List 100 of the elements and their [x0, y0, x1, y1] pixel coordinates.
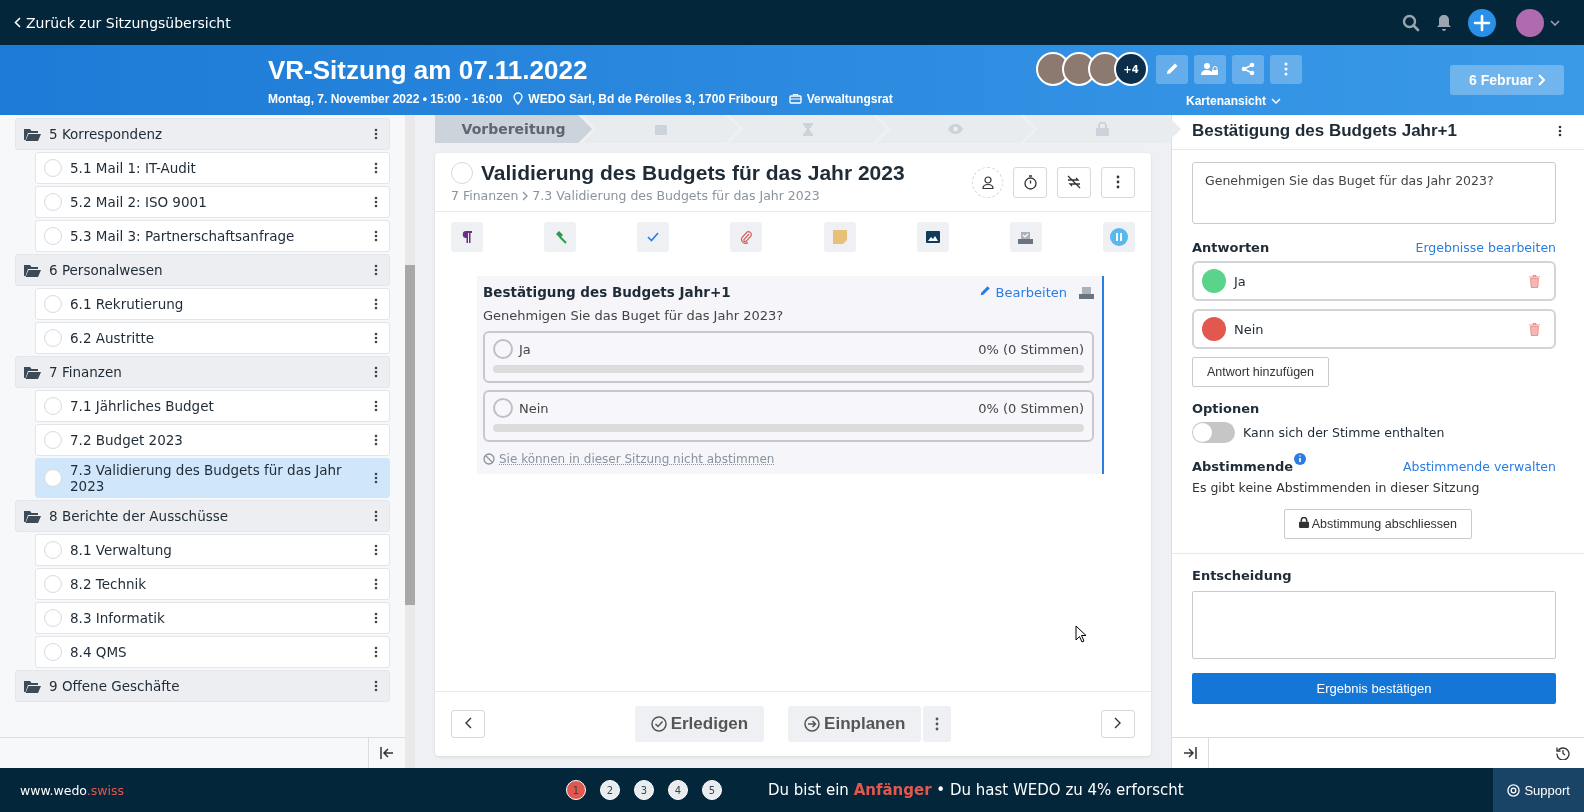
- pilcrow-icon: [462, 231, 472, 243]
- permissions-button[interactable]: [1194, 54, 1226, 84]
- previous-button[interactable]: [451, 710, 485, 738]
- kebab-icon[interactable]: [374, 128, 378, 140]
- agenda-item[interactable]: 5.1 Mail 1: IT-Audit: [35, 152, 390, 184]
- share-icon: [1241, 62, 1255, 76]
- level-badge[interactable]: 4: [668, 780, 688, 800]
- back-link[interactable]: Zurück zur Sitzungsübersicht: [14, 14, 231, 31]
- user-avatar[interactable]: [1516, 8, 1544, 37]
- eye-icon: [947, 124, 963, 134]
- vote-tool[interactable]: [1009, 222, 1042, 252]
- scrollbar-thumb[interactable]: [405, 265, 415, 605]
- decision-tool[interactable]: [544, 222, 577, 252]
- kebab-icon[interactable]: [374, 680, 378, 692]
- kebab-icon[interactable]: [374, 162, 378, 174]
- decision-field[interactable]: [1192, 591, 1556, 659]
- level-badge[interactable]: 5: [702, 780, 722, 800]
- radio-button[interactable]: [493, 398, 513, 418]
- folder-item[interactable]: 9 Offene Geschäfte: [15, 670, 390, 702]
- kebab-icon[interactable]: [374, 434, 378, 446]
- ballot-box-icon[interactable]: [1079, 285, 1094, 299]
- plus-icon[interactable]: [1468, 8, 1496, 37]
- status-circle-icon: [44, 469, 62, 487]
- kebab-icon[interactable]: [374, 264, 378, 276]
- kebab-icon[interactable]: [374, 196, 378, 208]
- kebab-icon[interactable]: [374, 578, 378, 590]
- folder-item[interactable]: 8 Berichte der Ausschüsse: [15, 500, 390, 532]
- expand-icon[interactable]: [1183, 747, 1197, 759]
- kebab-icon[interactable]: [374, 646, 378, 658]
- level-badge[interactable]: 3: [634, 780, 654, 800]
- edit-link[interactable]: Bearbeiten: [979, 284, 1067, 300]
- kebab-icon[interactable]: [374, 366, 378, 378]
- no-repeat-button[interactable]: [1057, 166, 1091, 198]
- close-vote-button[interactable]: Abstimmung abschliessen: [1284, 509, 1472, 539]
- chevron-down-icon[interactable]: [1550, 19, 1560, 26]
- attachment-tool[interactable]: [730, 222, 763, 252]
- kebab-icon[interactable]: [374, 400, 378, 412]
- info-icon[interactable]: [1294, 453, 1307, 465]
- add-answer-button[interactable]: Antwort hinzufügen: [1192, 357, 1329, 387]
- kebab-icon[interactable]: [1558, 125, 1562, 137]
- stage-step[interactable]: Vorbereitung: [435, 115, 593, 143]
- schedule-button[interactable]: Einplanen: [788, 706, 922, 742]
- next-button[interactable]: [1101, 710, 1135, 738]
- toggle-switch[interactable]: [1192, 422, 1235, 443]
- folder-item[interactable]: 7 Finanzen: [15, 356, 390, 388]
- agenda-item[interactable]: 5.3 Mail 3: Partnerschaftsanfrage: [35, 220, 390, 252]
- agenda-item[interactable]: 8.1 Verwaltung: [35, 534, 390, 566]
- kebab-icon[interactable]: [374, 332, 378, 344]
- manage-voters-link[interactable]: Abstimmende verwalten: [1402, 459, 1556, 474]
- paragraph-tool[interactable]: [451, 222, 483, 252]
- complete-button[interactable]: Erledigen: [634, 706, 765, 742]
- progress-message: Du bist ein Anfänger • Du hast WEDO zu 4% erforscht: [768, 781, 1184, 799]
- user-lock-icon: [1201, 62, 1219, 76]
- agenda-item[interactable]: 7.2 Budget 2023: [35, 424, 390, 456]
- timer-button[interactable]: [1013, 166, 1047, 198]
- lifebuoy-icon: [1507, 783, 1521, 797]
- poll-option[interactable]: Ja 0% (0 Stimmen): [483, 331, 1094, 383]
- kebab-icon[interactable]: [374, 472, 378, 484]
- agenda-item-label: 5.1 Mail 1: IT-Audit: [70, 160, 197, 176]
- status-circle-icon: [44, 643, 62, 661]
- status-circle-icon: [44, 159, 62, 177]
- kebab-icon[interactable]: [374, 544, 378, 556]
- share-button[interactable]: [1232, 54, 1264, 84]
- kebab-icon[interactable]: [374, 612, 378, 624]
- kebab-icon[interactable]: [374, 230, 378, 242]
- folder-item[interactable]: 6 Personalwesen: [15, 254, 390, 286]
- bell-icon[interactable]: [1436, 13, 1452, 32]
- agenda-item[interactable]: 7.1 Jährliches Budget: [35, 390, 390, 422]
- agenda-item[interactable]: 8.4 QMS: [35, 636, 390, 668]
- search-icon[interactable]: [1402, 13, 1420, 32]
- kebab-icon: [1284, 62, 1288, 76]
- collapse-icon[interactable]: [380, 747, 394, 759]
- agenda-item[interactable]: 6.2 Austritte: [35, 322, 390, 354]
- status-circle-icon: [44, 609, 62, 627]
- edit-results-link[interactable]: Ergebnisse bearbeiten: [1415, 240, 1556, 255]
- agenda-item[interactable]: 8.3 Informatik: [35, 602, 390, 634]
- agenda-item[interactable]: 8.2 Technik: [35, 568, 390, 600]
- edit-button[interactable]: [1156, 54, 1188, 84]
- question-field[interactable]: Genehmigen Sie das Buget für das Jahr 2023?: [1192, 162, 1556, 224]
- vote-count: 0% (0 Stimmen): [978, 400, 1084, 416]
- meeting-date: Montag, 7. November 2022 • 15:00 - 16:00: [268, 91, 503, 106]
- level-badge[interactable]: 2: [600, 780, 620, 800]
- kebab-icon[interactable]: [374, 298, 378, 310]
- image-tool[interactable]: [916, 222, 949, 252]
- folder-icon: [24, 263, 41, 277]
- history-icon[interactable]: [1556, 746, 1570, 760]
- website-link[interactable]: www.wedo.swiss: [20, 782, 566, 798]
- folder-item[interactable]: 5 Korrespondenz: [15, 118, 390, 150]
- voters-note: Es gibt keine Abstimmenden in dieser Sitzung: [1192, 480, 1481, 495]
- kebab-icon[interactable]: [374, 510, 378, 522]
- poll-option[interactable]: Nein 0% (0 Stimmen): [483, 390, 1094, 442]
- more-participants-badge[interactable]: +4: [1114, 52, 1148, 86]
- answer-field[interactable]: Nein: [1192, 309, 1556, 349]
- confirm-result-button[interactable]: Ergebnis bestätigen: [1192, 673, 1556, 704]
- support-button[interactable]: Support: [1493, 768, 1584, 812]
- answer-field[interactable]: Ja: [1192, 261, 1556, 301]
- agenda-item[interactable]: 5.2 Mail 2: ISO 9001: [35, 186, 390, 218]
- radio-button[interactable]: [493, 339, 513, 359]
- agenda-item[interactable]: 6.1 Rekrutierung: [35, 288, 390, 320]
- agenda-item[interactable]: 7.3 Validierung des Budgets für das Jahr 2023: [35, 458, 390, 498]
